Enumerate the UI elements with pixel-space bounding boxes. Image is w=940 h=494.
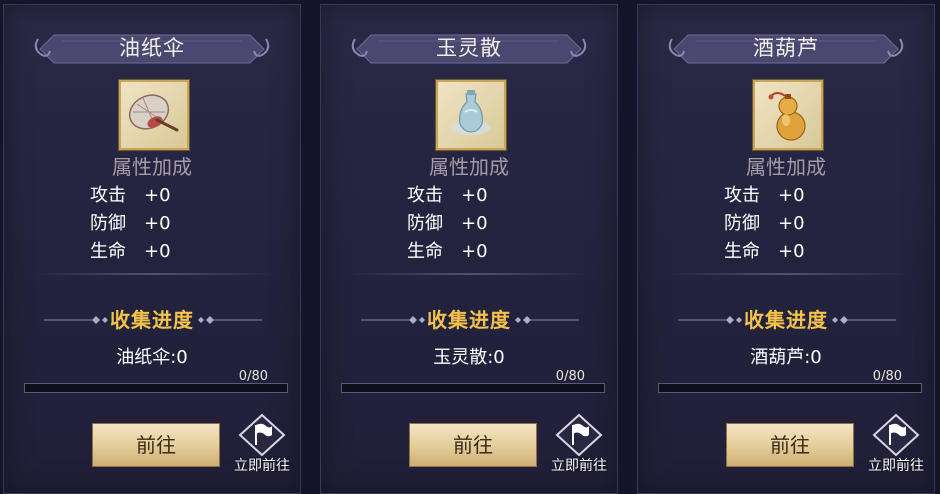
progress-text: 0/80 — [238, 369, 268, 384]
card-title: 油纸伞 — [119, 36, 185, 60]
jade-bottle-icon — [451, 90, 491, 135]
stat-name: 防御 — [724, 213, 760, 234]
stat-value: +0 — [778, 241, 805, 262]
quick-go-button[interactable]: 立即前往 — [226, 413, 298, 475]
wine-gourd-icon — [768, 92, 806, 141]
stat-name: 生命 — [90, 241, 126, 262]
stat-attack: 攻击 +0 — [90, 183, 171, 209]
item-card-wine-gourd: 酒葫芦 属性加成 攻击 +0 防御 +0 生命 +0 收集进度 酒葫芦:0 0/80 … — [637, 4, 935, 494]
stat-attack: 攻击 +0 — [724, 183, 805, 209]
flag-icon — [872, 413, 920, 457]
quick-go-button[interactable]: 立即前往 — [543, 413, 615, 475]
attribute-bonus-title: 属性加成 — [112, 155, 192, 179]
stat-health: 生命 +0 — [407, 239, 488, 265]
oil-paper-umbrella-icon — [128, 94, 179, 132]
flag-icon — [238, 413, 286, 457]
collect-header: 收集进度 — [4, 305, 300, 335]
flag-icon — [555, 413, 603, 457]
stat-value: +0 — [778, 185, 805, 206]
collect-header: 收集进度 — [321, 305, 617, 335]
item-slot[interactable] — [753, 80, 823, 150]
quick-go-button[interactable]: 立即前往 — [860, 413, 932, 475]
collect-count: 玉灵散:0 — [433, 347, 505, 368]
attribute-bonus-title: 属性加成 — [429, 155, 509, 179]
collect-header: 收集进度 — [638, 305, 934, 335]
collect-progress-title: 收集进度 — [110, 308, 194, 332]
stat-name: 生命 — [724, 241, 760, 262]
title-banner: 油纸伞 — [32, 31, 272, 67]
progress-bar — [658, 383, 922, 393]
collect-count: 油纸伞:0 — [116, 347, 188, 368]
item-card-jade-powder: 玉灵散 属性加成 攻击 +0 防御 +0 生命 +0 收集进度 玉灵散:0 0/80 … — [320, 4, 618, 494]
stat-attack: 攻击 +0 — [407, 183, 488, 209]
stat-defense: 防御 +0 — [407, 211, 488, 237]
item-card-umbrella: 油纸伞 属性加成 攻击 +0 防御 +0 生命 +0 收集进度 油纸伞:0 0/80 … — [3, 4, 301, 494]
progress-bar — [24, 383, 288, 393]
stat-value: +0 — [461, 213, 488, 234]
stat-value: +0 — [778, 213, 805, 234]
stat-health: 生命 +0 — [90, 239, 171, 265]
collect-count: 酒葫芦:0 — [750, 347, 822, 368]
divider — [666, 273, 908, 275]
quick-go-label: 立即前往 — [868, 458, 924, 474]
stat-name: 攻击 — [90, 185, 126, 206]
divider — [349, 273, 591, 275]
divider — [32, 273, 274, 275]
title-banner: 玉灵散 — [349, 31, 589, 67]
stat-value: +0 — [144, 185, 171, 206]
go-button[interactable]: 前往 — [92, 423, 220, 467]
collect-progress-title: 收集进度 — [427, 308, 511, 332]
go-button[interactable]: 前往 — [409, 423, 537, 467]
stat-name: 防御 — [407, 213, 443, 234]
stat-defense: 防御 +0 — [724, 211, 805, 237]
progress-bar — [341, 383, 605, 393]
stat-health: 生命 +0 — [724, 239, 805, 265]
progress-text: 0/80 — [555, 369, 585, 384]
go-button[interactable]: 前往 — [726, 423, 854, 467]
item-slot[interactable] — [119, 80, 189, 150]
stat-name: 生命 — [407, 241, 443, 262]
title-banner: 酒葫芦 — [666, 31, 906, 67]
progress-text: 0/80 — [872, 369, 902, 384]
card-title: 玉灵散 — [436, 36, 502, 60]
item-slot[interactable] — [436, 80, 506, 150]
stat-name: 攻击 — [407, 185, 443, 206]
collect-progress-title: 收集进度 — [744, 308, 828, 332]
quick-go-label: 立即前往 — [234, 458, 290, 474]
card-title: 酒葫芦 — [753, 36, 819, 60]
stat-value: +0 — [461, 185, 488, 206]
quick-go-label: 立即前往 — [551, 458, 607, 474]
stat-name: 攻击 — [724, 185, 760, 206]
attribute-bonus-title: 属性加成 — [746, 155, 826, 179]
stat-name: 防御 — [90, 213, 126, 234]
stat-value: +0 — [144, 213, 171, 234]
stat-defense: 防御 +0 — [90, 211, 171, 237]
stat-value: +0 — [144, 241, 171, 262]
stat-value: +0 — [461, 241, 488, 262]
